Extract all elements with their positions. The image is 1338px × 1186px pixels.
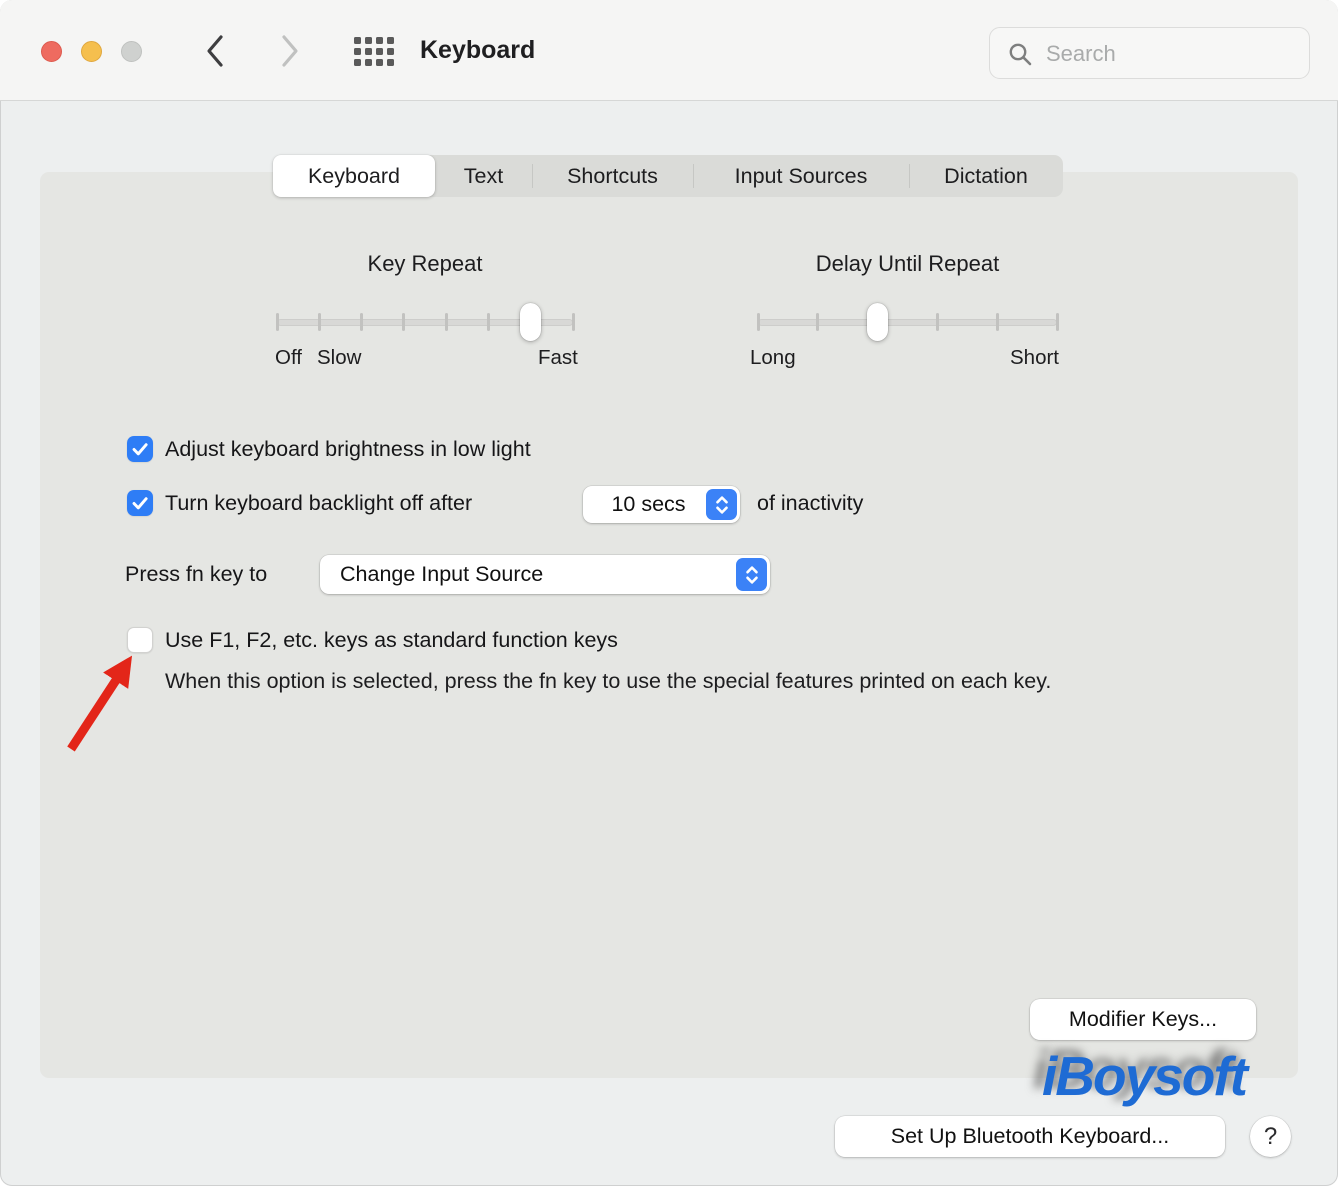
slider-tick xyxy=(1056,313,1059,331)
page-title: Keyboard xyxy=(420,36,535,65)
delay-label-long: Long xyxy=(750,346,796,370)
adjust-brightness-label: Adjust keyboard brightness in low light xyxy=(165,437,531,462)
delay-repeat-track[interactable] xyxy=(758,319,1057,326)
key-repeat-slider[interactable] xyxy=(277,300,573,344)
iboysoft-watermark: iBoysoft xyxy=(1016,1044,1272,1108)
checkmark-icon xyxy=(129,492,151,514)
adjust-brightness-checkbox[interactable] xyxy=(127,436,153,462)
key-repeat-label-slow: Slow xyxy=(317,346,361,370)
slider-tick xyxy=(936,313,939,331)
slider-tick xyxy=(487,313,490,331)
tab-keyboard[interactable]: Keyboard xyxy=(273,155,435,197)
tab-dictation[interactable]: Dictation xyxy=(909,155,1063,197)
title-bar: Keyboard xyxy=(0,0,1338,101)
delay-label-short: Short xyxy=(1010,346,1059,370)
stepper-chevrons-icon xyxy=(736,558,767,591)
fn-key-value: Change Input Source xyxy=(320,562,770,587)
slider-tick xyxy=(572,313,575,331)
modifier-keys-button[interactable]: Modifier Keys... xyxy=(1030,999,1256,1040)
slider-tick xyxy=(318,313,321,331)
backlight-duration-select[interactable]: 10 secs xyxy=(583,486,740,523)
checkmark-icon xyxy=(129,438,151,460)
backlight-suffix-label: of inactivity xyxy=(757,491,863,516)
keyboard-preferences-window: Keyboard Keyboard Text Shortcuts Input S… xyxy=(0,0,1338,1186)
tab-shortcuts[interactable]: Shortcuts xyxy=(532,155,693,197)
delay-repeat-slider[interactable] xyxy=(758,300,1057,344)
slider-tick xyxy=(816,313,819,331)
forward-button[interactable] xyxy=(277,33,303,69)
show-all-preferences-icon[interactable] xyxy=(354,37,394,66)
search-input[interactable] xyxy=(1044,36,1293,72)
search-icon xyxy=(1007,41,1034,68)
standard-fn-keys-label: Use F1, F2, etc. keys as standard functi… xyxy=(165,628,618,653)
help-button[interactable]: ? xyxy=(1250,1116,1291,1157)
red-annotation-arrow xyxy=(50,632,150,760)
key-repeat-label-off: Off xyxy=(275,346,302,370)
delay-repeat-title: Delay Until Repeat xyxy=(758,251,1057,277)
tab-bar: Keyboard Text Shortcuts Input Sources Di… xyxy=(273,155,1063,197)
zoom-window-button[interactable] xyxy=(121,41,142,62)
slider-tick xyxy=(402,313,405,331)
delay-repeat-slider-thumb[interactable] xyxy=(867,303,888,341)
tab-input-sources[interactable]: Input Sources xyxy=(693,155,909,197)
slider-tick xyxy=(445,313,448,331)
minimize-window-button[interactable] xyxy=(81,41,102,62)
slider-tick xyxy=(757,313,760,331)
key-repeat-title: Key Repeat xyxy=(277,251,573,277)
slider-tick xyxy=(360,313,363,331)
tab-text[interactable]: Text xyxy=(435,155,532,197)
close-window-button[interactable] xyxy=(41,41,62,62)
backlight-off-label: Turn keyboard backlight off after xyxy=(165,491,472,516)
key-repeat-label-fast: Fast xyxy=(538,346,578,370)
key-repeat-slider-thumb[interactable] xyxy=(520,303,541,341)
setup-bluetooth-keyboard-button[interactable]: Set Up Bluetooth Keyboard... xyxy=(835,1116,1225,1157)
standard-fn-keys-description: When this option is selected, press the … xyxy=(165,665,1185,697)
back-button[interactable] xyxy=(202,33,228,69)
slider-tick xyxy=(276,313,279,331)
slider-tick xyxy=(996,313,999,331)
stepper-chevrons-icon xyxy=(706,489,737,520)
search-field[interactable] xyxy=(989,27,1310,79)
settings-panel xyxy=(40,172,1298,1078)
fn-key-select[interactable]: Change Input Source xyxy=(320,555,770,594)
backlight-off-checkbox[interactable] xyxy=(127,490,153,516)
fn-key-label: Press fn key to xyxy=(125,562,267,587)
